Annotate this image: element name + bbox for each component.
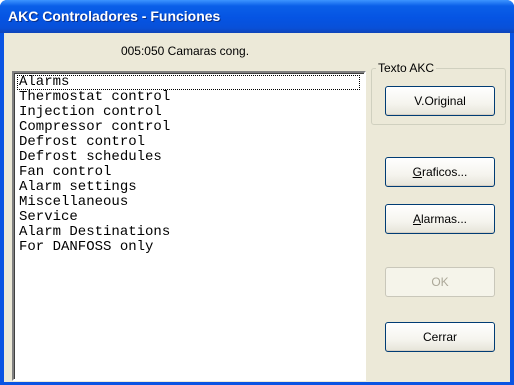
list-item[interactable]: Injection control [17,105,360,120]
alarmas-mnemonic: A [412,212,421,226]
cerrar-button[interactable]: Cerrar [385,322,495,352]
list-item[interactable]: Compressor control [17,120,360,135]
ok-button[interactable]: OK [385,267,495,297]
list-item[interactable]: Miscellaneous [17,195,360,210]
list-item[interactable]: Thermostat control [17,90,360,105]
v-original-button[interactable]: V.Original [385,86,495,116]
dialog-window: AKC Controladores - Funciones 005:050 Ca… [0,0,514,385]
alarmas-label: larmas... [421,212,468,226]
controller-subtitle: 005:050 Camaras cong. [120,44,250,58]
texto-akc-group-label: Texto AKC [376,61,437,75]
list-item[interactable]: Defrost control [17,135,360,150]
list-item[interactable]: Alarm Destinations [17,225,360,240]
graficos-mnemonic: G [412,165,422,179]
list-item[interactable]: Alarm settings [17,180,360,195]
list-item[interactable]: Fan control [17,165,360,180]
dialog-client-area: 005:050 Camaras cong. Alarms Thermostat … [4,33,510,382]
list-item[interactable]: Alarms [17,75,360,90]
functions-listbox[interactable]: Alarms Thermostat control Injection cont… [12,71,366,381]
list-item[interactable]: For DANFOSS only [17,240,360,255]
list-item[interactable]: Defrost schedules [17,150,360,165]
window-title: AKC Controladores - Funciones [8,8,221,24]
list-item[interactable]: Service [17,210,360,225]
alarmas-button[interactable]: Alarmas... [385,204,495,234]
title-bar[interactable]: AKC Controladores - Funciones [0,0,514,33]
graficos-label: raficos... [421,165,468,179]
graficos-button[interactable]: Graficos... [385,157,495,187]
